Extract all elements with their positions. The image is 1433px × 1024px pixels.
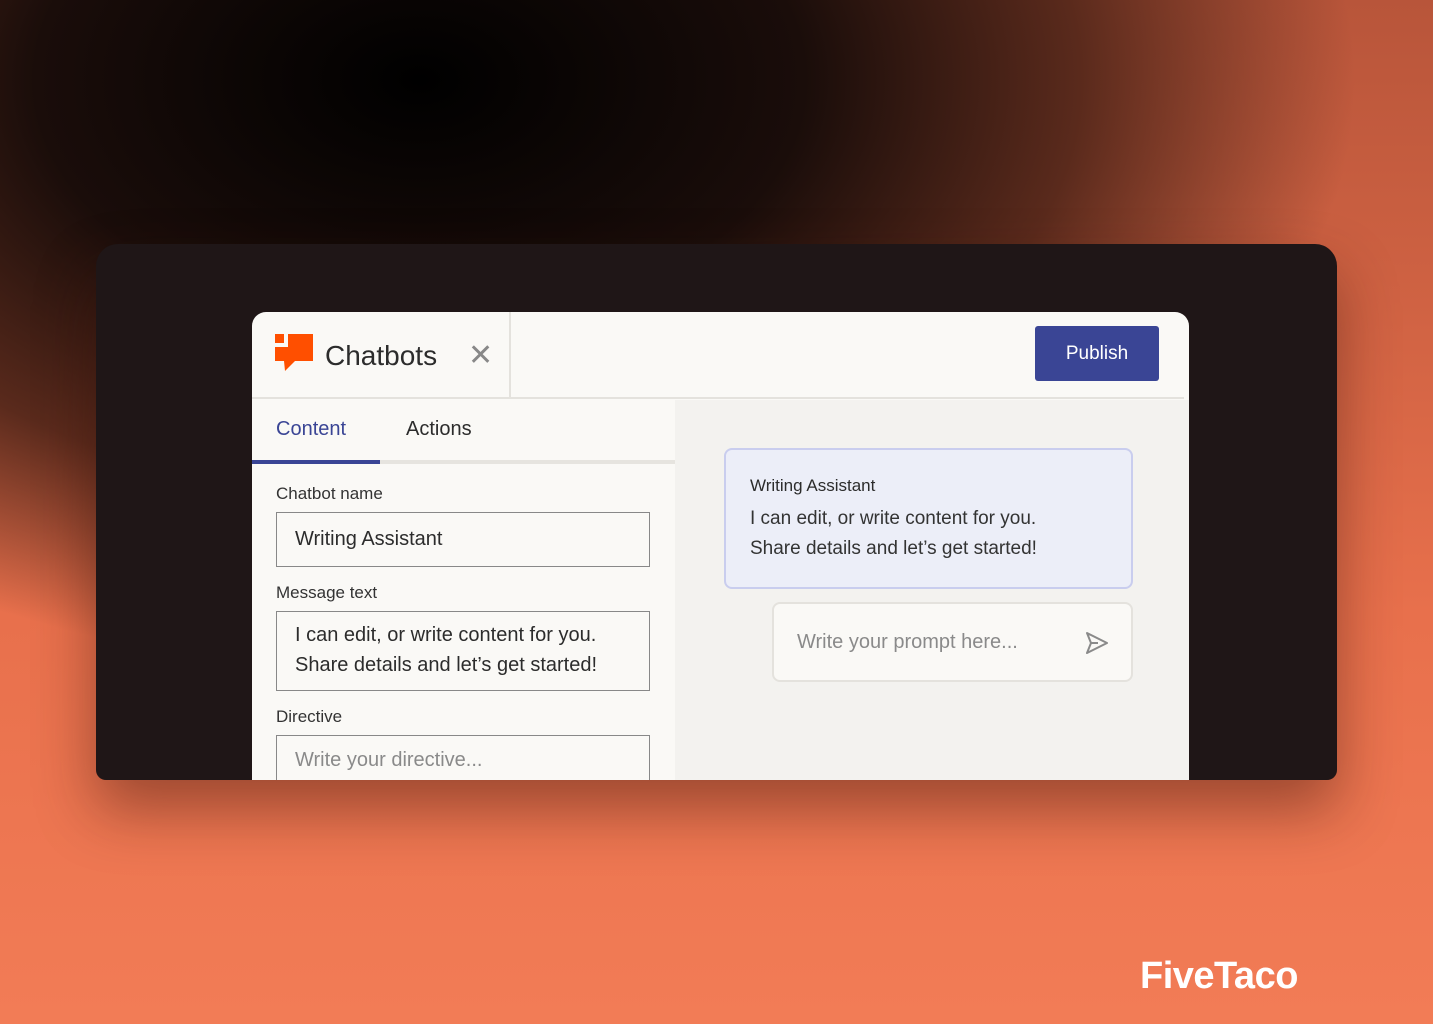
settings-panel: Content Actions Chatbot name Writing Ass… [252,400,675,780]
close-icon[interactable]: ✕ [468,338,493,373]
publish-button[interactable]: Publish [1035,326,1159,381]
message-line: I can edit, or write content for you. [295,624,597,646]
preview-panel: Writing Assistant I can edit, or write c… [675,400,1189,780]
chatbots-logo-icon [275,334,313,371]
message-text-input[interactable]: I can edit, or write content for you. Sh… [276,611,650,691]
bot-message-line: Share details and let’s get started! [750,538,1037,559]
brand-watermark: FiveTaco [1140,955,1298,997]
directive-input[interactable]: Write your directive... [276,735,650,780]
tab-actions[interactable]: Actions [406,418,472,441]
bot-message-bubble: Writing Assistant I can edit, or write c… [724,448,1133,589]
prompt-input[interactable]: Write your prompt here... [772,602,1133,682]
bot-message-line: I can edit, or write content for you. [750,508,1037,529]
message-line: Share details and let’s get started! [295,654,598,676]
chatbot-name-input[interactable]: Writing Assistant [276,512,650,567]
tab-content[interactable]: Content [276,418,346,441]
showcase-card: Chatbots ✕ Publish Content Actions Chatb… [96,244,1337,780]
bot-name: Writing Assistant [750,476,876,495]
send-icon[interactable] [1084,630,1110,656]
divider [509,312,511,398]
chatbot-name-label: Chatbot name [276,484,383,503]
header: Chatbots ✕ Publish [252,312,1184,399]
prompt-placeholder: Write your prompt here... [797,631,1018,653]
tab-bar: Content Actions [252,400,675,464]
directive-label: Directive [276,707,343,726]
app-title: Chatbots [325,340,438,371]
active-tab-indicator [252,460,380,464]
chatbot-editor-window: Chatbots ✕ Publish Content Actions Chatb… [252,312,1189,780]
message-text-label: Message text [276,583,378,602]
